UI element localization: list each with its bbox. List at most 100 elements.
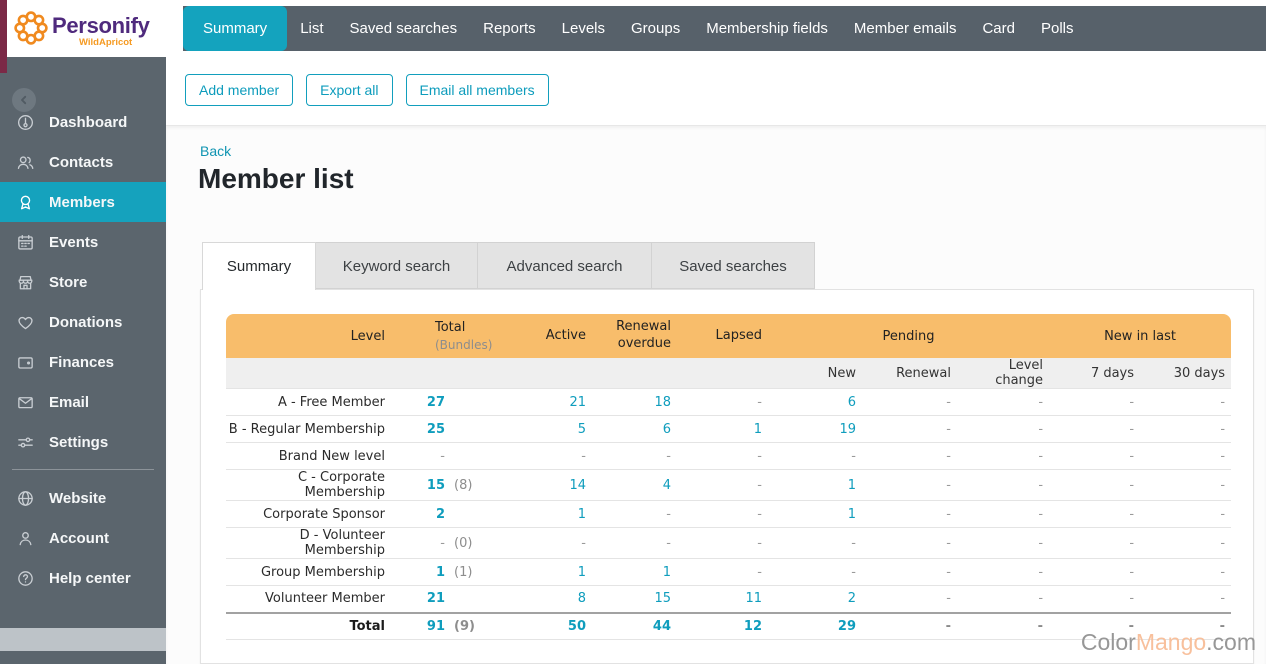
- value-cell[interactable]: 1: [494, 558, 592, 586]
- value-cell: -: [862, 585, 957, 613]
- value-cell: -: [1140, 585, 1232, 613]
- table-row: Volunteer Member 21 8 15 11 2- - - -: [226, 585, 1232, 613]
- header-new-in-last-group: New in last: [1049, 314, 1232, 358]
- value-cell: -: [677, 527, 768, 559]
- value-cell[interactable]: 2: [768, 585, 862, 613]
- value-cell[interactable]: 1: [494, 500, 592, 528]
- level-cell: Brand New level: [226, 442, 387, 470]
- nav-item-saved-searches[interactable]: Saved searches: [337, 6, 471, 51]
- value-cell[interactable]: 4: [592, 469, 677, 501]
- total-cell[interactable]: 15: [387, 469, 449, 501]
- dashboard-gauge-icon: [16, 113, 35, 132]
- table-body: A - Free Member 27 21 18-6- - - - B - Regular M…: [226, 388, 1232, 640]
- nav-item-membership-fields[interactable]: Membership fields: [693, 6, 841, 51]
- sidebar: Personify WildApricot Dashboard Contacts M…: [0, 0, 166, 664]
- value-cell: -: [862, 558, 957, 586]
- sidebar-item-email[interactable]: Email: [0, 382, 166, 422]
- envelope-icon: [16, 393, 35, 412]
- tab-advanced-search[interactable]: Advanced search: [478, 242, 652, 289]
- tab-summary[interactable]: Summary: [202, 242, 316, 290]
- export-all-button[interactable]: Export all: [306, 74, 393, 106]
- value-cell: -: [862, 415, 957, 443]
- sidebar-item-settings[interactable]: Settings: [0, 422, 166, 462]
- value-cell[interactable]: 21: [494, 388, 592, 416]
- total-cell[interactable]: 1: [387, 558, 449, 586]
- value-cell[interactable]: 19: [768, 415, 862, 443]
- total-cell[interactable]: 21: [387, 585, 449, 613]
- sidebar-item-account[interactable]: Account: [0, 518, 166, 558]
- total-cell[interactable]: 2: [387, 500, 449, 528]
- nav-item-groups[interactable]: Groups: [618, 6, 693, 51]
- nav-item-polls[interactable]: Polls: [1028, 6, 1087, 51]
- horizontal-scrollbar[interactable]: [0, 628, 166, 651]
- tab-saved-searches[interactable]: Saved searches: [652, 242, 815, 289]
- value-cell: -: [1049, 388, 1141, 416]
- level-cell: Corporate Sponsor: [226, 500, 387, 528]
- table-row: Brand New level - - - - - - - - -: [226, 442, 1232, 470]
- nav-item-levels[interactable]: Levels: [549, 6, 618, 51]
- sidebar-item-contacts[interactable]: Contacts: [0, 142, 166, 182]
- value-cell[interactable]: 11: [677, 585, 768, 613]
- sidebar-item-help-center[interactable]: Help center: [0, 558, 166, 598]
- total-cell[interactable]: 91: [387, 611, 449, 640]
- nav-item-list[interactable]: List: [287, 6, 336, 51]
- value-cell[interactable]: 15: [592, 585, 677, 613]
- value-cell[interactable]: 1: [677, 415, 768, 443]
- nav-item-summary[interactable]: Summary: [183, 6, 288, 51]
- value-cell: -: [677, 500, 768, 528]
- back-link[interactable]: Back: [200, 143, 231, 159]
- value-cell[interactable]: 18: [592, 388, 677, 416]
- add-member-button[interactable]: Add member: [185, 74, 294, 106]
- value-cell[interactable]: 1: [768, 500, 862, 528]
- brand-name: Personify: [52, 13, 150, 38]
- nav-item-member-emails[interactable]: Member emails: [841, 6, 970, 51]
- table-row: D - Volunteer Membership - (0) - - - - - - - -: [226, 527, 1232, 559]
- sidebar-item-dashboard[interactable]: Dashboard: [0, 102, 166, 142]
- value-cell: -: [494, 442, 592, 470]
- value-cell: -: [1140, 527, 1232, 559]
- tab-keyword-search[interactable]: Keyword search: [316, 242, 478, 289]
- value-cell: -: [1049, 442, 1141, 470]
- sidebar-item-label: Website: [49, 489, 107, 507]
- table-row: B - Regular Membership 25 5 6 1 19- - - -: [226, 415, 1232, 443]
- sidebar-item-finances[interactable]: Finances: [0, 342, 166, 382]
- value-cell[interactable]: 6: [768, 388, 862, 416]
- subheader-renewal: Renewal: [862, 358, 957, 389]
- brand-subtitle: WildApricot: [79, 37, 133, 48]
- value-cell[interactable]: 14: [494, 469, 592, 501]
- sidebar-item-label: Account: [49, 529, 109, 547]
- value-cell: -: [862, 469, 957, 501]
- value-cell[interactable]: 44: [592, 611, 677, 640]
- sidebar-item-label: Members: [49, 193, 115, 211]
- sidebar-item-label: Contacts: [49, 153, 114, 171]
- total-cell[interactable]: 27: [387, 388, 449, 416]
- value-cell[interactable]: 6: [592, 415, 677, 443]
- value-cell: -: [957, 442, 1050, 470]
- value-cell[interactable]: 29: [768, 611, 862, 640]
- value-cell[interactable]: 8: [494, 585, 592, 613]
- sidebar-item-members[interactable]: Members: [0, 182, 166, 222]
- value-cell[interactable]: 50: [494, 611, 592, 640]
- header-total: Total (Bundles): [387, 314, 494, 358]
- sidebar-item-events[interactable]: Events: [0, 222, 166, 262]
- nav-item-card[interactable]: Card: [969, 6, 1028, 51]
- value-cell[interactable]: 5: [494, 415, 592, 443]
- app-logo[interactable]: Personify WildApricot: [0, 0, 166, 57]
- value-cell[interactable]: 1: [768, 469, 862, 501]
- value-cell: -: [957, 611, 1050, 640]
- value-cell[interactable]: 12: [677, 611, 768, 640]
- sliders-icon: [16, 433, 35, 452]
- total-cell[interactable]: 25: [387, 415, 449, 443]
- sidebar-item-store[interactable]: Store: [0, 262, 166, 302]
- left-edge-strip: [0, 0, 7, 73]
- watermark-mango: Mango: [1135, 629, 1207, 655]
- value-cell: -: [1140, 500, 1232, 528]
- value-cell: -: [677, 469, 768, 501]
- nav-item-reports[interactable]: Reports: [470, 6, 549, 51]
- calendar-icon: [16, 233, 35, 252]
- value-cell[interactable]: 1: [592, 558, 677, 586]
- search-tabs: Summary Keyword search Advanced search Save…: [202, 242, 815, 290]
- sidebar-item-donations[interactable]: Donations: [0, 302, 166, 342]
- email-all-members-button[interactable]: Email all members: [405, 74, 549, 106]
- sidebar-item-website[interactable]: Website: [0, 478, 166, 518]
